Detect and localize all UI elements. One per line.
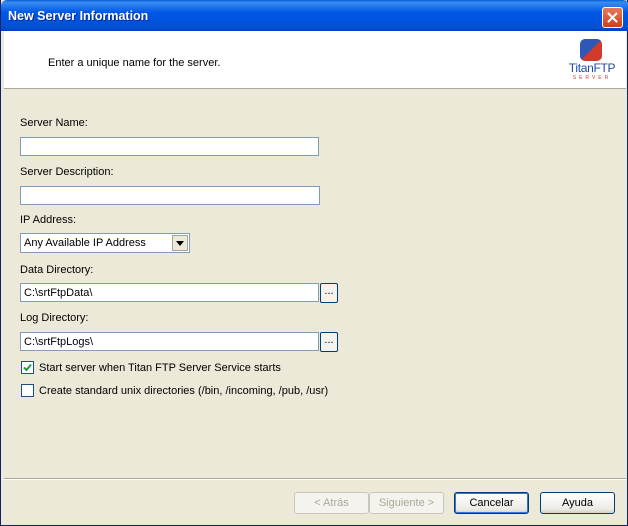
window-title: New Server Information (8, 9, 149, 23)
next-button[interactable]: Siguiente > (369, 492, 444, 514)
server-description-input[interactable] (20, 186, 320, 205)
logo-mark-icon (580, 39, 602, 61)
start-server-label[interactable]: Start server when Titan FTP Server Servi… (39, 362, 281, 374)
ip-address-select[interactable]: Any Available IP Address (20, 233, 190, 253)
server-name-label: Server Name: (20, 117, 88, 129)
data-directory-label: Data Directory: (20, 264, 94, 276)
data-directory-browse-button[interactable]: ... (320, 283, 338, 303)
titan-ftp-logo: TitanFTP SERVER (564, 37, 620, 85)
ip-address-label: IP Address: (20, 214, 77, 226)
log-directory-input[interactable] (20, 332, 319, 351)
log-directory-browse-button[interactable]: ... (320, 332, 338, 352)
dialog-window: New Server Information Enter a unique na… (0, 0, 628, 526)
server-name-input[interactable] (20, 137, 319, 156)
log-directory-label: Log Directory: (20, 312, 89, 324)
data-directory-input[interactable] (20, 283, 319, 302)
cancel-button[interactable]: Cancelar (454, 492, 529, 514)
chevron-down-icon (176, 240, 184, 246)
help-button[interactable]: Ayuda (540, 492, 615, 514)
wizard-header: Enter a unique name for the server. Tita… (4, 31, 626, 89)
logo-text: TitanFTP (568, 61, 616, 75)
close-button[interactable] (602, 7, 623, 28)
logo-subtitle: SERVER (572, 75, 612, 81)
ip-address-selected: Any Available IP Address (24, 237, 146, 249)
header-instruction: Enter a unique name for the server. (48, 57, 221, 69)
unix-directories-checkbox[interactable] (21, 384, 34, 397)
start-server-checkbox[interactable] (21, 361, 34, 374)
close-icon (607, 12, 618, 23)
server-description-label: Server Description: (20, 166, 114, 178)
back-button[interactable]: < Atrás (294, 492, 369, 514)
unix-directories-label[interactable]: Create standard unix directories (/bin, … (39, 385, 328, 397)
title-bar[interactable]: New Server Information (1, 0, 628, 31)
dropdown-arrow-button[interactable] (172, 235, 188, 251)
checkmark-icon (23, 363, 32, 372)
footer-separator (4, 478, 626, 480)
